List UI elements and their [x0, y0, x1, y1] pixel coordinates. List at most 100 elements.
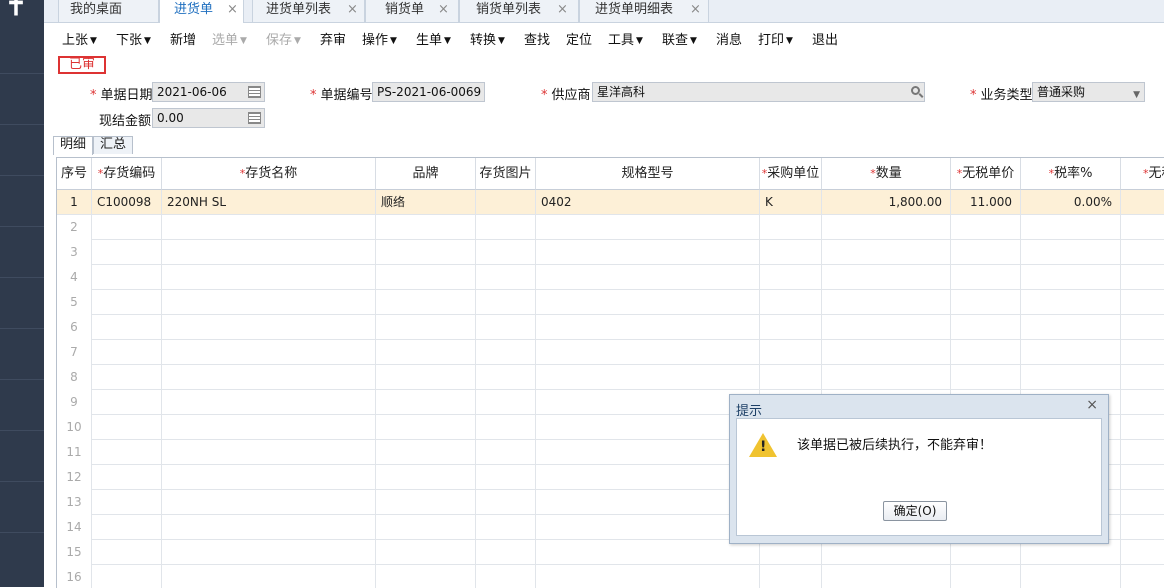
grid-cell[interactable]	[376, 290, 476, 315]
grid-cell[interactable]	[822, 315, 951, 340]
grid-cell[interactable]	[162, 240, 376, 265]
column-header[interactable]: 品牌	[376, 158, 476, 190]
grid-cell[interactable]	[476, 515, 536, 540]
grid-cell[interactable]	[760, 340, 822, 365]
search-icon[interactable]	[911, 86, 920, 95]
grid-cell[interactable]	[92, 290, 162, 315]
grid-cell[interactable]	[1121, 465, 1164, 490]
grid-cell[interactable]	[376, 565, 476, 588]
grid-cell[interactable]	[822, 365, 951, 390]
tab-purchase-order-list[interactable]: 进货单列表 ×	[252, 0, 365, 22]
grid-cell[interactable]	[536, 340, 760, 365]
grid-cell[interactable]	[822, 265, 951, 290]
grid-cell[interactable]	[536, 465, 760, 490]
toolbar-find-button[interactable]: 查找	[524, 29, 550, 48]
grid-cell[interactable]	[376, 240, 476, 265]
grid-cell[interactable]	[92, 315, 162, 340]
cell-quantity[interactable]: 1,800.00	[822, 190, 951, 215]
tab-sales-order[interactable]: 销货单 ×	[365, 0, 459, 22]
grid-cell[interactable]	[951, 315, 1021, 340]
grid-cell[interactable]	[476, 315, 536, 340]
column-header[interactable]: *采购单位	[760, 158, 822, 190]
toolbar-convert-button[interactable]: 转换 ▼	[470, 29, 505, 48]
grid-cell[interactable]	[92, 540, 162, 565]
grid-cell[interactable]	[951, 265, 1021, 290]
column-header[interactable]: 存货图片	[476, 158, 536, 190]
grid-cell[interactable]	[536, 240, 760, 265]
grid-cell[interactable]	[162, 365, 376, 390]
tab-close-icon[interactable]: ×	[227, 0, 238, 20]
toolbar-save-button[interactable]: 保存 ▼	[266, 29, 301, 48]
column-header[interactable]: *无税单价	[951, 158, 1021, 190]
grid-cell[interactable]	[92, 490, 162, 515]
grid-cell[interactable]	[760, 365, 822, 390]
grid-cell[interactable]	[1021, 265, 1121, 290]
calendar-icon[interactable]	[248, 86, 261, 98]
cell-unit-price[interactable]: 11.000	[951, 190, 1021, 215]
grid-cell[interactable]	[92, 265, 162, 290]
grid-cell[interactable]	[536, 365, 760, 390]
grid-cell[interactable]	[92, 240, 162, 265]
grid-cell[interactable]	[1021, 340, 1121, 365]
grid-cell[interactable]	[376, 490, 476, 515]
toolbar-tools-button[interactable]: 工具 ▼	[608, 29, 643, 48]
table-row[interactable]: 7	[57, 340, 1164, 365]
column-header[interactable]: 规格型号	[536, 158, 760, 190]
tab-detail[interactable]: 明细	[53, 136, 94, 155]
grid-cell[interactable]	[162, 315, 376, 340]
grid-cell[interactable]	[951, 240, 1021, 265]
grid-cell[interactable]	[822, 290, 951, 315]
grid-cell[interactable]	[476, 365, 536, 390]
grid-cell[interactable]	[1121, 290, 1164, 315]
grid-cell[interactable]	[476, 565, 536, 588]
grid-cell[interactable]	[760, 265, 822, 290]
cell-image[interactable]	[476, 190, 536, 215]
grid-cell[interactable]	[92, 340, 162, 365]
tab-close-icon[interactable]: ×	[347, 0, 358, 20]
grid-cell[interactable]	[760, 315, 822, 340]
grid-cell[interactable]	[1121, 240, 1164, 265]
grid-cell[interactable]	[822, 340, 951, 365]
grid-cell[interactable]	[376, 340, 476, 365]
toolbar-exit-button[interactable]: 退出	[812, 29, 838, 48]
grid-cell[interactable]	[376, 215, 476, 240]
grid-cell[interactable]	[1121, 390, 1164, 415]
toolbar-next-button[interactable]: 下张 ▼	[116, 29, 151, 48]
column-header[interactable]: *存货名称	[162, 158, 376, 190]
grid-cell[interactable]	[476, 340, 536, 365]
grid-cell[interactable]	[1121, 515, 1164, 540]
grid-cell[interactable]	[376, 390, 476, 415]
toolbar-select-button[interactable]: 选单 ▼	[212, 29, 247, 48]
toolbar-print-button[interactable]: 打印 ▼	[758, 29, 793, 48]
tab-summary[interactable]: 汇总	[93, 136, 134, 154]
column-header[interactable]: *存货编码	[92, 158, 162, 190]
grid-cell[interactable]	[536, 265, 760, 290]
grid-cell[interactable]	[376, 415, 476, 440]
grid-cell[interactable]	[536, 540, 760, 565]
app-logo-icon[interactable]: ╋	[4, 0, 28, 15]
grid-cell[interactable]	[92, 365, 162, 390]
grid-cell[interactable]	[536, 490, 760, 515]
toolbar-operation-button[interactable]: 操作 ▼	[362, 29, 397, 48]
table-row[interactable]: 2	[57, 215, 1164, 240]
grid-cell[interactable]	[536, 215, 760, 240]
grid-cell[interactable]	[162, 540, 376, 565]
grid-cell[interactable]	[162, 440, 376, 465]
tab-close-icon[interactable]: ×	[438, 0, 449, 20]
column-header[interactable]: *数量	[822, 158, 951, 190]
column-header[interactable]: *税率%	[1021, 158, 1121, 190]
grid-cell[interactable]	[92, 390, 162, 415]
grid-cell[interactable]	[760, 215, 822, 240]
cell-code[interactable]: C100098	[92, 190, 162, 215]
grid-cell[interactable]	[92, 415, 162, 440]
grid-cell[interactable]	[1121, 215, 1164, 240]
grid-cell[interactable]	[951, 340, 1021, 365]
grid-cell[interactable]	[162, 290, 376, 315]
tab-purchase-order[interactable]: 进货单 ×	[159, 0, 244, 23]
toolbar-message-button[interactable]: 消息	[716, 29, 742, 48]
cell-name[interactable]: 220NH SL	[162, 190, 376, 215]
grid-cell[interactable]	[536, 565, 760, 588]
grid-cell[interactable]	[476, 540, 536, 565]
grid-cell[interactable]	[92, 215, 162, 240]
grid-cell[interactable]	[376, 440, 476, 465]
